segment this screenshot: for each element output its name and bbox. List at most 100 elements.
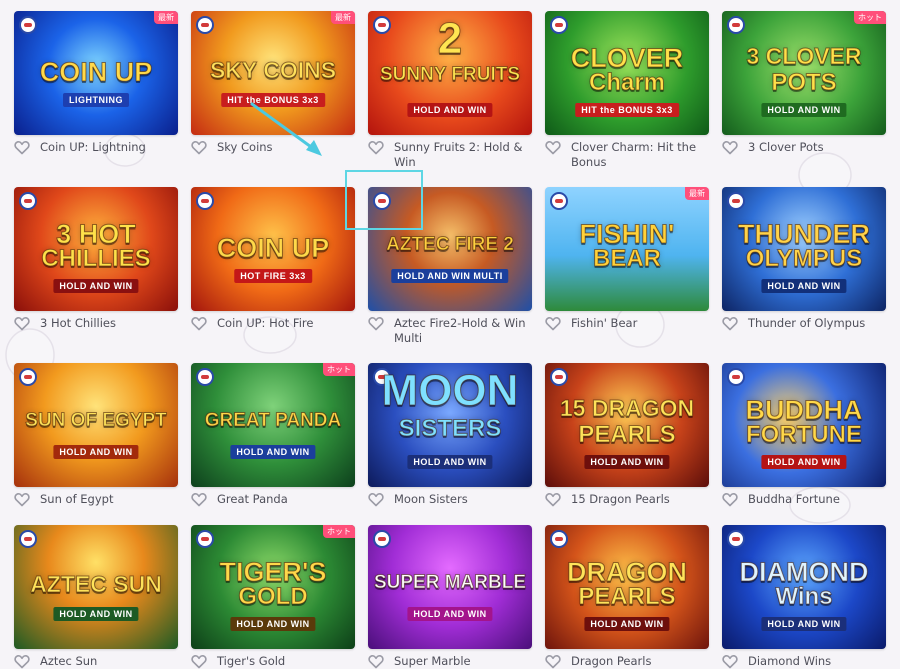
game-logo-subtext: Wins	[775, 583, 833, 610]
favorite-heart-icon[interactable]	[545, 654, 561, 669]
game-thumbnail[interactable]: SUN OF EGYPT HOLD AND WIN	[14, 363, 178, 487]
game-logo-subtext: BEAR	[592, 245, 661, 272]
game-title[interactable]: Tiger's Gold	[217, 654, 285, 669]
game-logo-text: CLOVER	[570, 43, 684, 73]
favorite-heart-icon[interactable]	[722, 140, 738, 155]
game-tagline: HOLD AND WIN MULTI	[391, 269, 509, 283]
game-card: TIGER'S GOLD HOLD AND WIN ホット Tiger's Gold	[191, 525, 355, 669]
game-thumbnail[interactable]: COIN UP LIGHTNING 最新	[14, 11, 178, 135]
game-thumbnail[interactable]: DIAMOND Wins HOLD AND WIN	[722, 525, 886, 649]
game-card: SKY COINS HIT the BONUS 3x3 最新 Sky Coins	[191, 11, 355, 155]
game-thumbnail[interactable]: TIGER'S GOLD HOLD AND WIN ホット	[191, 525, 355, 649]
game-thumbnail[interactable]: BUDDHA FORTUNE HOLD AND WIN	[722, 363, 886, 487]
game-thumbnail[interactable]: THUNDER OLYMPUS HOLD AND WIN	[722, 187, 886, 311]
game-title[interactable]: Fishin' Bear	[571, 316, 637, 331]
new-badge: 最新	[154, 11, 178, 24]
game-logo-text: GREAT PANDA	[204, 410, 342, 431]
favorite-heart-icon[interactable]	[191, 140, 207, 155]
game-thumbnail[interactable]: DRAGON PEARLS HOLD AND WIN	[545, 525, 709, 649]
favorite-heart-icon[interactable]	[191, 316, 207, 331]
new-badge: 最新	[685, 187, 709, 200]
favorite-heart-icon[interactable]	[722, 654, 738, 669]
favorite-heart-icon[interactable]	[722, 492, 738, 507]
game-thumbnail[interactable]: 2 SUNNY FRUITS HOLD AND WIN	[368, 11, 532, 135]
game-tagline: HOLD AND WIN	[53, 607, 139, 621]
game-title[interactable]: Sunny Fruits 2: Hold & Win	[394, 140, 532, 170]
game-card: 3 HOT CHILLIES HOLD AND WIN 3 Hot Chillies	[14, 187, 178, 331]
game-title[interactable]: Sun of Egypt	[40, 492, 113, 507]
game-tagline: HOLD AND WIN	[407, 103, 493, 117]
favorite-heart-icon[interactable]	[368, 654, 384, 669]
game-title[interactable]: Buddha Fortune	[748, 492, 840, 507]
provider-logo-icon	[196, 192, 214, 210]
game-logo-subtext: FORTUNE	[746, 421, 863, 448]
game-thumbnail[interactable]: SUPER MARBLE HOLD AND WIN	[368, 525, 532, 649]
game-card: SUN OF EGYPT HOLD AND WIN Sun of Egypt	[14, 363, 178, 507]
game-title[interactable]: Aztec Fire2-Hold & Win Multi	[394, 316, 532, 346]
game-title[interactable]: Thunder of Olympus	[748, 316, 865, 331]
game-card: DIAMOND Wins HOLD AND WIN Diamond Wins	[722, 525, 886, 669]
new-badge: 最新	[331, 11, 355, 24]
game-title[interactable]: Super Marble	[394, 654, 471, 669]
game-meta: Diamond Wins	[722, 654, 886, 669]
game-thumbnail[interactable]: AZTEC SUN HOLD AND WIN	[14, 525, 178, 649]
game-title[interactable]: 3 Clover Pots	[748, 140, 824, 155]
game-title[interactable]: 15 Dragon Pearls	[571, 492, 670, 507]
game-logo-text: SUPER MARBLE	[373, 572, 526, 593]
game-tagline: HIT the BONUS 3x3	[221, 93, 325, 107]
provider-logo-icon	[373, 192, 391, 210]
game-logo-subtext: SISTERS	[398, 415, 502, 442]
favorite-heart-icon[interactable]	[545, 316, 561, 331]
game-title[interactable]: Moon Sisters	[394, 492, 468, 507]
game-title[interactable]: Coin UP: Hot Fire	[217, 316, 313, 331]
provider-logo-icon	[196, 368, 214, 386]
favorite-heart-icon[interactable]	[191, 654, 207, 669]
game-title[interactable]: Aztec Sun	[40, 654, 97, 669]
game-title[interactable]: 3 Hot Chillies	[40, 316, 116, 331]
game-meta: Super Marble	[368, 654, 532, 669]
game-thumbnail[interactable]: AZTEC FIRE 2 HOLD AND WIN MULTI	[368, 187, 532, 311]
game-meta: Sky Coins	[191, 140, 355, 155]
game-logo-text: 3 CLOVER	[746, 43, 862, 69]
game-title[interactable]: Sky Coins	[217, 140, 273, 155]
game-title[interactable]: Great Panda	[217, 492, 288, 507]
hot-badge: ホット	[854, 11, 886, 24]
game-title[interactable]: Dragon Pearls	[571, 654, 651, 669]
game-tagline: HOT FIRE 3x3	[234, 269, 312, 283]
game-thumbnail[interactable]: MOON SISTERS HOLD AND WIN	[368, 363, 532, 487]
game-title[interactable]: Clover Charm: Hit the Bonus	[571, 140, 709, 170]
game-thumbnail[interactable]: 3 HOT CHILLIES HOLD AND WIN	[14, 187, 178, 311]
game-logo-subtext: Charm	[588, 69, 666, 96]
game-thumbnail[interactable]: FISHIN' BEAR 最新	[545, 187, 709, 311]
game-logo-text: 3 HOT	[56, 219, 137, 249]
game-meta: Sun of Egypt	[14, 492, 178, 507]
favorite-heart-icon[interactable]	[545, 492, 561, 507]
game-title[interactable]: Diamond Wins	[748, 654, 831, 669]
game-card: COIN UP LIGHTNING 最新 Coin UP: Lightning	[14, 11, 178, 155]
game-thumbnail[interactable]: 15 DRAGON PEARLS HOLD AND WIN	[545, 363, 709, 487]
game-logo-text: AZTEC SUN	[30, 571, 163, 597]
game-title[interactable]: Coin UP: Lightning	[40, 140, 146, 155]
favorite-heart-icon[interactable]	[14, 316, 30, 331]
game-thumbnail[interactable]: GREAT PANDA HOLD AND WIN ホット	[191, 363, 355, 487]
game-logo-subtext: SUNNY FRUITS	[379, 64, 521, 85]
favorite-heart-icon[interactable]	[368, 140, 384, 155]
favorite-heart-icon[interactable]	[191, 492, 207, 507]
favorite-heart-icon[interactable]	[722, 316, 738, 331]
favorite-heart-icon[interactable]	[14, 140, 30, 155]
game-logo-text: 2	[437, 14, 463, 63]
game-card: SUPER MARBLE HOLD AND WIN Super Marble	[368, 525, 532, 669]
game-thumbnail[interactable]: SKY COINS HIT the BONUS 3x3 最新	[191, 11, 355, 135]
favorite-heart-icon[interactable]	[368, 316, 384, 331]
game-thumbnail[interactable]: COIN UP HOT FIRE 3x3	[191, 187, 355, 311]
game-thumbnail[interactable]: 3 CLOVER POTS HOLD AND WIN ホット	[722, 11, 886, 135]
favorite-heart-icon[interactable]	[368, 492, 384, 507]
game-thumbnail[interactable]: CLOVER Charm HIT the BONUS 3x3	[545, 11, 709, 135]
provider-logo-icon	[550, 530, 568, 548]
favorite-heart-icon[interactable]	[14, 492, 30, 507]
game-meta: Aztec Sun	[14, 654, 178, 669]
game-meta: Coin UP: Lightning	[14, 140, 178, 155]
favorite-heart-icon[interactable]	[14, 654, 30, 669]
favorite-heart-icon[interactable]	[545, 140, 561, 155]
game-card: 3 CLOVER POTS HOLD AND WIN ホット 3 Clover Pots	[722, 11, 886, 155]
